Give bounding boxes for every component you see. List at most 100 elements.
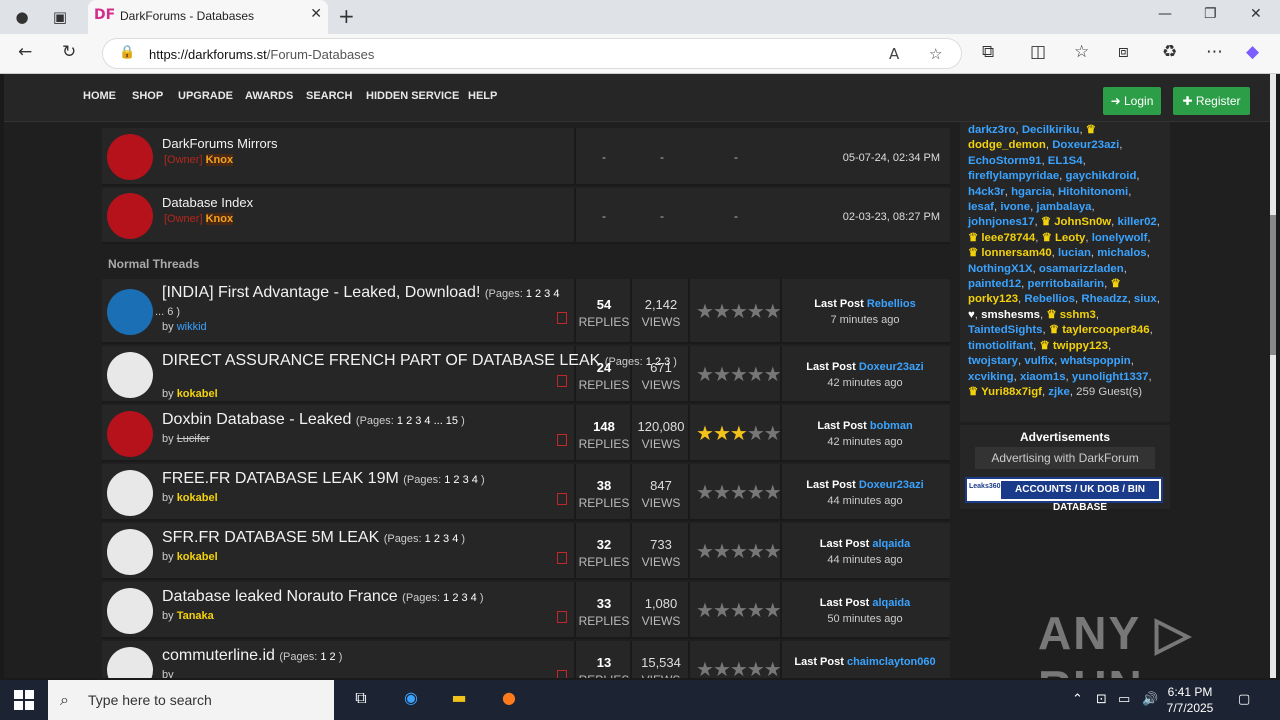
report-flag-icon[interactable] — [557, 433, 567, 446]
star-icon[interactable]: ★ — [730, 362, 748, 386]
star-icon[interactable]: ★ — [713, 421, 731, 445]
advertising-button[interactable]: Advertising with DarkForum — [975, 447, 1155, 469]
star-icon[interactable]: ★ — [713, 362, 731, 386]
star-icon[interactable]: ★ — [730, 421, 748, 445]
online-user[interactable]: whatspoppin — [1060, 355, 1130, 367]
star-icon[interactable]: ★ — [764, 657, 782, 679]
task-view-icon[interactable]: ⧉ — [348, 688, 374, 712]
edge-icon[interactable]: ◉ — [398, 688, 424, 712]
star-icon[interactable]: ★ — [747, 421, 765, 445]
page-links[interactable]: 1 2 3 4 — [444, 474, 478, 486]
star-icon[interactable]: ★ — [713, 598, 731, 622]
menu-help[interactable]: HELP — [468, 90, 497, 102]
online-user[interactable]: gaychikdroid — [1066, 170, 1137, 182]
page-links[interactable]: 1 2 3 4 ... 15 — [397, 415, 458, 427]
notifications-icon[interactable]: ▢ — [1238, 692, 1250, 707]
page-links[interactable]: 1 2 3 4 — [443, 592, 477, 604]
last-post-user[interactable]: bobman — [870, 420, 913, 432]
star-icon[interactable]: ★ — [730, 657, 748, 679]
online-user[interactable]: ♛ taylercooper846 — [1049, 324, 1150, 336]
tray-chevron-icon[interactable]: ⌃ — [1072, 692, 1083, 707]
maximize-icon[interactable]: ❐ — [1204, 6, 1217, 22]
star-icon[interactable]: ★ — [730, 299, 748, 323]
windows-start-icon[interactable] — [14, 690, 34, 710]
online-user[interactable]: siux — [1134, 293, 1157, 305]
star-icon[interactable]: ★ — [764, 480, 782, 504]
thread-title[interactable]: DarkForums Mirrors — [162, 136, 278, 151]
star-icon[interactable]: ★ — [696, 657, 714, 679]
star-icon[interactable]: ★ — [696, 480, 714, 504]
address-bar[interactable]: 🔒 https://darkforums.st/Forum-Databases … — [102, 38, 962, 69]
file-explorer-icon[interactable]: ▬ — [446, 688, 472, 712]
network-icon[interactable]: ▭ — [1118, 692, 1130, 707]
copilot-icon[interactable]: ◆ — [1246, 42, 1259, 62]
last-post-user[interactable]: alqaida — [872, 538, 910, 550]
author-name[interactable]: Tanaka — [177, 610, 214, 622]
last-post-user[interactable]: Doxeur23azi — [859, 479, 924, 491]
online-user[interactable]: lonelywolf — [1092, 232, 1148, 244]
star-icon[interactable]: ★ — [730, 598, 748, 622]
rating-stars[interactable]: ★★★★★ — [696, 598, 782, 622]
thread-row[interactable]: Database leaked Norauto France (Pages: 1… — [102, 582, 950, 639]
online-user[interactable]: Doxeur23azi — [1052, 139, 1119, 151]
rating-stars[interactable]: ★★★★★ — [696, 539, 782, 563]
scrollbar-track[interactable] — [1270, 74, 1276, 678]
last-post-user[interactable]: Doxeur23azi — [859, 361, 924, 373]
page-links[interactable]: 1 2 3 4 — [526, 288, 560, 300]
star-icon[interactable]: ★ — [696, 421, 714, 445]
online-user[interactable]: yunolight1337 — [1072, 371, 1149, 383]
online-user[interactable]: ivone — [1000, 201, 1030, 213]
online-user[interactable]: hgarcia — [1011, 186, 1052, 198]
report-flag-icon[interactable] — [557, 610, 567, 623]
report-flag-icon[interactable] — [557, 551, 567, 564]
online-user[interactable]: lucian — [1058, 247, 1091, 259]
online-user[interactable]: jambalaya — [1036, 201, 1091, 213]
minimize-icon[interactable]: — — [1158, 6, 1172, 22]
author-name[interactable]: Knox — [205, 213, 234, 225]
back-icon[interactable]: ← — [18, 42, 32, 62]
thread-row[interactable]: [INDIA] First Advantage - Leaked, Downlo… — [102, 279, 950, 344]
online-user[interactable]: vulfix — [1024, 355, 1054, 367]
star-icon[interactable]: ★ — [713, 299, 731, 323]
window-close-icon[interactable]: ✕ — [1250, 6, 1262, 22]
login-button[interactable]: ➜ Login — [1103, 87, 1161, 115]
page-links[interactable]: 1 2 — [320, 651, 335, 663]
thread-title[interactable]: FREE.FR DATABASE LEAK 19M (Pages: 1 2 3 … — [162, 470, 485, 488]
star-icon[interactable]: ★ — [764, 299, 782, 323]
online-user[interactable]: fireflylampyridae — [968, 170, 1059, 182]
last-post-user[interactable]: chaimclayton060 — [847, 656, 936, 668]
author-name[interactable]: wikkid — [177, 321, 207, 333]
rating-stars[interactable]: ★★★★★ — [696, 657, 782, 679]
online-user[interactable]: ♛ twippy123 — [1040, 340, 1108, 352]
online-user[interactable]: ♛ JohnSn0w — [1041, 216, 1111, 228]
new-tab-icon[interactable]: + — [338, 4, 355, 28]
star-icon[interactable]: ★ — [713, 657, 731, 679]
tab-actions-icon[interactable]: ▣ — [48, 6, 72, 28]
volume-icon[interactable]: 🔊 — [1142, 692, 1158, 707]
menu-search[interactable]: SEARCH — [306, 90, 352, 102]
pages-continued[interactable]: ... 6 ) — [155, 306, 180, 318]
collections-icon[interactable]: ⧈ — [1118, 42, 1129, 62]
online-user[interactable]: killer02 — [1118, 216, 1157, 228]
clock[interactable]: 6:41 PM 7/7/2025 — [1160, 684, 1220, 716]
thread-author[interactable]: [Owner] Knox — [164, 154, 234, 166]
last-post-user[interactable]: alqaida — [872, 597, 910, 609]
author-name[interactable]: Knox — [205, 154, 234, 166]
thread-row[interactable]: FREE.FR DATABASE LEAK 19M (Pages: 1 2 3 … — [102, 464, 950, 521]
report-flag-icon[interactable] — [557, 669, 567, 678]
rating-stars[interactable]: ★★★★★ — [696, 421, 782, 445]
star-icon[interactable]: ★ — [696, 539, 714, 563]
menu-home[interactable]: HOME — [83, 90, 116, 102]
thread-row[interactable]: Doxbin Database - Leaked (Pages: 1 2 3 4… — [102, 405, 950, 462]
online-user[interactable]: perritobailarin — [1028, 278, 1105, 290]
online-user[interactable]: h4ck3r — [968, 186, 1005, 198]
online-user[interactable]: EL1S4 — [1048, 155, 1083, 167]
author-name[interactable]: kokabel — [177, 551, 218, 563]
rating-stars[interactable]: ★★★★★ — [696, 480, 782, 504]
thread-title[interactable]: commuterline.id (Pages: 1 2 ) — [162, 647, 342, 665]
online-user[interactable]: xcviking — [968, 371, 1014, 383]
star-icon[interactable]: ★ — [696, 598, 714, 622]
thread-title[interactable]: [INDIA] First Advantage - Leaked, Downlo… — [162, 284, 559, 302]
rating-stars[interactable]: ★★★★★ — [696, 299, 782, 323]
online-user[interactable]: darkz3ro — [968, 124, 1015, 136]
